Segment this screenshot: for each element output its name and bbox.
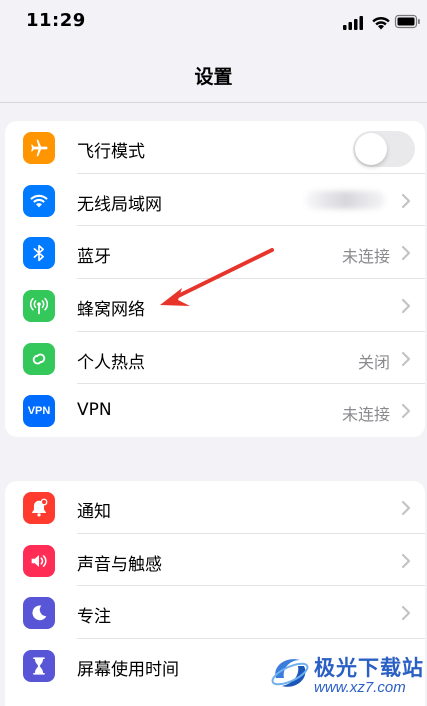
chevron-right-icon	[401, 500, 411, 516]
toggle-knob	[355, 133, 387, 165]
antenna-icon	[23, 290, 55, 323]
row-label: 无线局域网	[77, 194, 162, 215]
cellular-signal-icon	[343, 16, 363, 30]
row-airplane-mode: 飞行模式	[5, 121, 425, 174]
row-bluetooth[interactable]: 蓝牙 未连接	[5, 226, 425, 280]
watermark-logo-icon	[271, 659, 309, 687]
row-sounds-haptics[interactable]: 声音与触感	[5, 534, 425, 587]
hourglass-icon	[23, 650, 55, 683]
watermark: 极光下载站 www.xz7.com	[268, 646, 424, 702]
chevron-right-icon	[401, 606, 411, 621]
row-vpn[interactable]: VPN VPN 未连接	[5, 384, 425, 437]
vpn-icon-text: VPN	[27, 405, 51, 418]
watermark-name: 极光下载站	[314, 656, 424, 680]
row-wlan[interactable]: 无线局域网	[5, 174, 425, 227]
row-label: 通知	[77, 502, 111, 522]
chevron-right-icon	[401, 553, 411, 568]
row-notifications[interactable]: 通知	[5, 481, 425, 534]
chevron-right-icon	[401, 298, 411, 314]
bluetooth-icon	[23, 237, 55, 270]
network-name-blurred	[305, 190, 385, 209]
row-label: 声音与触感	[77, 554, 162, 575]
status-time: 11:29	[26, 10, 86, 31]
row-value: 关闭	[357, 352, 390, 372]
battery-icon	[394, 14, 420, 29]
row-label: 蓝牙	[77, 247, 111, 268]
row-label: VPN	[77, 400, 112, 421]
moon-icon	[23, 597, 55, 630]
row-label: 专注	[77, 607, 111, 628]
wifi-status-icon	[372, 16, 390, 30]
chevron-right-icon	[401, 193, 411, 208]
bell-icon	[23, 492, 55, 524]
watermark-url: www.xz7.com	[314, 679, 406, 696]
status-bar: 11:29	[0, 0, 427, 44]
row-value: 未连接	[341, 405, 390, 425]
row-label: 蜂窝网络	[77, 300, 145, 321]
airplane-icon	[23, 132, 55, 164]
wifi-icon	[23, 184, 55, 217]
row-personal-hotspot[interactable]: 个人热点 关闭	[5, 332, 425, 385]
airplane-mode-toggle[interactable]	[353, 131, 415, 167]
row-label: 屏幕使用时间	[77, 660, 179, 681]
row-cellular[interactable]: 蜂窝网络	[5, 279, 425, 332]
page-title: 设置	[194, 66, 233, 88]
nav-divider	[0, 102, 427, 103]
vpn-icon: VPN	[23, 395, 55, 428]
speaker-icon	[23, 544, 55, 577]
chevron-right-icon	[401, 351, 411, 366]
settings-group-connectivity: 飞行模式 无线局域网 蓝牙 未连接 蜂窝网络 个人热点 关闭 VPN VPN 未…	[5, 121, 425, 437]
chevron-right-icon	[401, 246, 411, 261]
row-value: 未连接	[341, 247, 390, 267]
row-label: 个人热点	[77, 352, 145, 373]
link-icon	[23, 342, 55, 375]
row-label: 飞行模式	[77, 142, 145, 162]
row-focus[interactable]: 专注	[5, 586, 425, 640]
chevron-right-icon	[401, 404, 411, 419]
status-icons	[343, 14, 420, 30]
